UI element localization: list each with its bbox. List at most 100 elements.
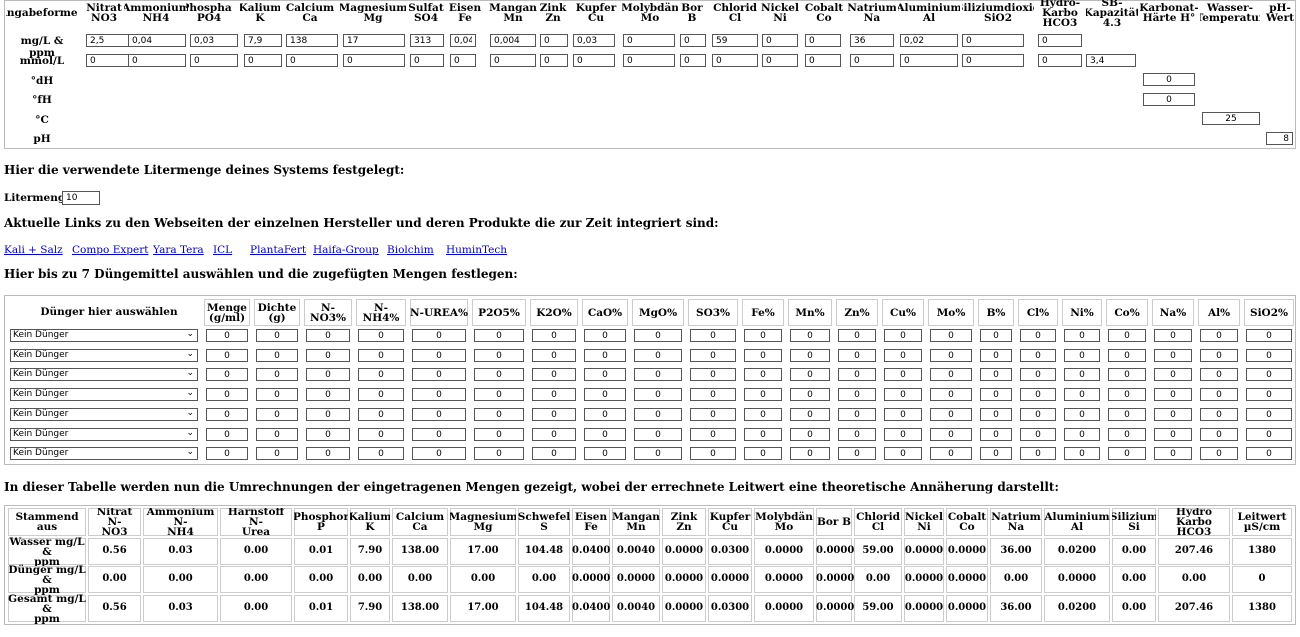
mg-input-16[interactable] bbox=[850, 34, 894, 47]
fert-input-1-13[interactable] bbox=[884, 349, 922, 362]
fert-input-2-5[interactable] bbox=[474, 368, 524, 381]
fert-input-3-18[interactable] bbox=[1108, 388, 1146, 401]
mmol-input-13[interactable] bbox=[712, 54, 758, 67]
fert-input-6-21[interactable] bbox=[1246, 447, 1292, 460]
fert-input-1-20[interactable] bbox=[1200, 349, 1238, 362]
mmol-input-7[interactable] bbox=[450, 54, 476, 67]
fert-input-6-6[interactable] bbox=[532, 447, 576, 460]
fert-input-2-9[interactable] bbox=[690, 368, 736, 381]
fert-input-0-4[interactable] bbox=[412, 329, 466, 342]
fert-input-5-7[interactable] bbox=[584, 428, 626, 441]
mg-input-2[interactable] bbox=[190, 34, 238, 47]
mmol-input-18[interactable] bbox=[962, 54, 1024, 67]
mmol-input-3[interactable] bbox=[244, 54, 282, 67]
fertilizer-select-3[interactable]: Kein Dünger ⌄ bbox=[10, 388, 198, 401]
fert-input-6-20[interactable] bbox=[1200, 447, 1238, 460]
mg-input-12[interactable] bbox=[680, 34, 706, 47]
fert-input-6-4[interactable] bbox=[412, 447, 466, 460]
fert-input-4-5[interactable] bbox=[474, 408, 524, 421]
fert-input-2-11[interactable] bbox=[790, 368, 830, 381]
fert-input-0-7[interactable] bbox=[584, 329, 626, 342]
fert-input-3-7[interactable] bbox=[584, 388, 626, 401]
fert-input-2-16[interactable] bbox=[1020, 368, 1056, 381]
fert-input-0-8[interactable] bbox=[634, 329, 682, 342]
mg-input-11[interactable] bbox=[623, 34, 675, 47]
fert-input-1-8[interactable] bbox=[634, 349, 682, 362]
fert-input-4-7[interactable] bbox=[584, 408, 626, 421]
fert-input-0-18[interactable] bbox=[1108, 329, 1146, 342]
fert-input-6-12[interactable] bbox=[838, 447, 876, 460]
fert-input-5-11[interactable] bbox=[790, 428, 830, 441]
fertilizer-select-5[interactable]: Kein Dünger ⌄ bbox=[10, 428, 198, 441]
fert-input-1-17[interactable] bbox=[1064, 349, 1100, 362]
mmol-input-1[interactable] bbox=[128, 54, 186, 67]
fert-input-3-8[interactable] bbox=[634, 388, 682, 401]
fert-input-0-15[interactable] bbox=[980, 329, 1012, 342]
fert-input-4-6[interactable] bbox=[532, 408, 576, 421]
fert-input-2-3[interactable] bbox=[358, 368, 404, 381]
fert-input-6-19[interactable] bbox=[1154, 447, 1192, 460]
fert-input-5-1[interactable] bbox=[256, 428, 298, 441]
liter-input[interactable] bbox=[62, 191, 100, 205]
fert-input-0-3[interactable] bbox=[358, 329, 404, 342]
fert-input-5-12[interactable] bbox=[838, 428, 876, 441]
fert-input-0-2[interactable] bbox=[306, 329, 350, 342]
fert-input-6-2[interactable] bbox=[306, 447, 350, 460]
fert-input-3-17[interactable] bbox=[1064, 388, 1100, 401]
manufacturer-link-1[interactable]: Compo Expert bbox=[72, 244, 148, 256]
fert-input-6-17[interactable] bbox=[1064, 447, 1100, 460]
mmol-input-6[interactable] bbox=[410, 54, 444, 67]
fert-input-1-16[interactable] bbox=[1020, 349, 1056, 362]
fert-input-5-16[interactable] bbox=[1020, 428, 1056, 441]
fert-input-5-2[interactable] bbox=[306, 428, 350, 441]
mmol-input-15[interactable] bbox=[805, 54, 841, 67]
mmol-input-17[interactable] bbox=[900, 54, 958, 67]
fert-input-3-3[interactable] bbox=[358, 388, 404, 401]
fert-input-4-9[interactable] bbox=[690, 408, 736, 421]
fert-input-2-1[interactable] bbox=[256, 368, 298, 381]
fert-input-3-5[interactable] bbox=[474, 388, 524, 401]
fert-input-2-13[interactable] bbox=[884, 368, 922, 381]
fert-input-1-21[interactable] bbox=[1246, 349, 1292, 362]
fert-input-4-1[interactable] bbox=[256, 408, 298, 421]
fert-input-1-14[interactable] bbox=[930, 349, 972, 362]
fert-input-4-17[interactable] bbox=[1064, 408, 1100, 421]
fert-input-4-3[interactable] bbox=[358, 408, 404, 421]
fert-input-0-6[interactable] bbox=[532, 329, 576, 342]
fertilizer-select-6[interactable]: Kein Dünger ⌄ bbox=[10, 447, 198, 460]
fert-input-0-1[interactable] bbox=[256, 329, 298, 342]
fert-input-2-8[interactable] bbox=[634, 368, 682, 381]
manufacturer-link-5[interactable]: Haifa-Group bbox=[313, 244, 379, 256]
fert-input-2-2[interactable] bbox=[306, 368, 350, 381]
fert-input-6-1[interactable] bbox=[256, 447, 298, 460]
fert-input-0-19[interactable] bbox=[1154, 329, 1192, 342]
fert-input-2-20[interactable] bbox=[1200, 368, 1238, 381]
manufacturer-link-7[interactable]: HuminTech bbox=[446, 244, 507, 256]
mmol-input-10[interactable] bbox=[573, 54, 615, 67]
fert-input-3-12[interactable] bbox=[838, 388, 876, 401]
fert-input-1-9[interactable] bbox=[690, 349, 736, 362]
fert-input-5-10[interactable] bbox=[744, 428, 782, 441]
fert-input-2-12[interactable] bbox=[838, 368, 876, 381]
fert-input-5-6[interactable] bbox=[532, 428, 576, 441]
fert-input-1-4[interactable] bbox=[412, 349, 466, 362]
fert-input-4-21[interactable] bbox=[1246, 408, 1292, 421]
fert-input-6-13[interactable] bbox=[884, 447, 922, 460]
fert-input-5-5[interactable] bbox=[474, 428, 524, 441]
fert-input-2-21[interactable] bbox=[1246, 368, 1292, 381]
fertilizer-select-0[interactable]: Kein Dünger ⌄ bbox=[10, 329, 198, 342]
fert-input-2-4[interactable] bbox=[412, 368, 466, 381]
fert-input-4-10[interactable] bbox=[744, 408, 782, 421]
fert-input-4-15[interactable] bbox=[980, 408, 1012, 421]
fert-input-0-20[interactable] bbox=[1200, 329, 1238, 342]
fert-input-4-14[interactable] bbox=[930, 408, 972, 421]
mmol-input-12[interactable] bbox=[680, 54, 706, 67]
fert-input-3-10[interactable] bbox=[744, 388, 782, 401]
fert-input-4-13[interactable] bbox=[884, 408, 922, 421]
fert-input-0-13[interactable] bbox=[884, 329, 922, 342]
mmol-input-20[interactable] bbox=[1086, 54, 1136, 67]
mg-input-13[interactable] bbox=[712, 34, 758, 47]
fert-input-0-0[interactable] bbox=[206, 329, 248, 342]
fert-input-0-17[interactable] bbox=[1064, 329, 1100, 342]
mmol-input-0[interactable] bbox=[86, 54, 132, 67]
